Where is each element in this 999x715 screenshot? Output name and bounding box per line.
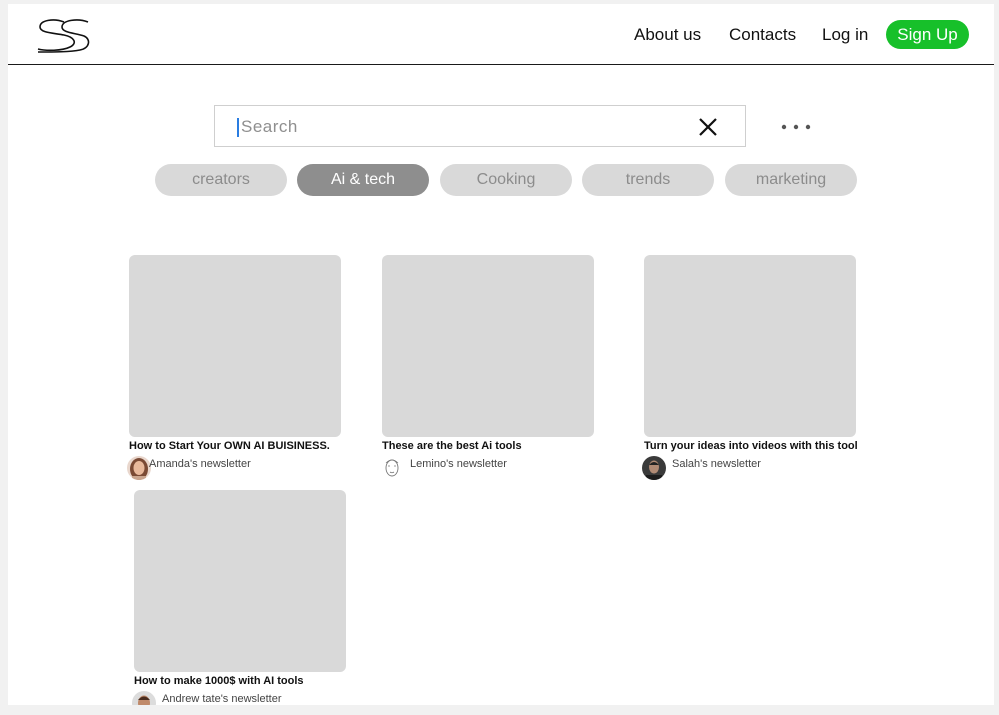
card-thumbnail[interactable] <box>382 255 594 437</box>
avatar <box>132 691 156 705</box>
card-author: Amanda's newsletter <box>127 453 341 480</box>
search-box[interactable] <box>214 105 746 147</box>
newsletter-card[interactable]: Turn your ideas into videos with this to… <box>642 255 858 480</box>
card-title[interactable]: Turn your ideas into videos with this to… <box>644 440 858 453</box>
author-name[interactable]: Amanda's newsletter <box>149 458 251 471</box>
newsletter-card[interactable]: How to Start Your OWN AI BUISINESS. Aman… <box>127 255 341 480</box>
card-author: Andrew tate's newsletter <box>132 688 346 705</box>
author-name[interactable]: Andrew tate's newsletter <box>162 693 282 705</box>
more-icon[interactable] <box>780 122 812 132</box>
avatar <box>642 456 666 480</box>
page: About us Contacts Log in Sign Up creator… <box>8 4 994 705</box>
sign-up-button[interactable]: Sign Up <box>886 20 969 49</box>
search-input[interactable] <box>241 115 661 139</box>
card-thumbnail[interactable] <box>644 255 856 437</box>
chip-ai-tech[interactable]: Ai & tech <box>297 164 429 196</box>
chip-marketing[interactable]: marketing <box>725 164 857 196</box>
text-caret <box>237 118 239 137</box>
author-name[interactable]: Lemino's newsletter <box>410 458 507 471</box>
nav-log-in[interactable]: Log in <box>822 25 868 45</box>
card-thumbnail[interactable] <box>134 490 346 672</box>
nav-contacts[interactable]: Contacts <box>729 25 796 45</box>
card-title[interactable]: How to Start Your OWN AI BUISINESS. <box>129 440 341 453</box>
header: About us Contacts Log in Sign Up <box>8 4 994 65</box>
avatar <box>127 456 151 480</box>
nav-about-us[interactable]: About us <box>634 25 701 45</box>
avatar <box>380 456 404 480</box>
card-thumbnail[interactable] <box>129 255 341 437</box>
author-name[interactable]: Salah's newsletter <box>672 458 761 471</box>
chip-cooking[interactable]: Cooking <box>440 164 572 196</box>
logo[interactable] <box>36 19 90 55</box>
chip-creators[interactable]: creators <box>155 164 287 196</box>
card-author: Salah's newsletter <box>642 453 856 480</box>
close-icon[interactable] <box>698 117 718 137</box>
chip-trends[interactable]: trends <box>582 164 714 196</box>
card-title[interactable]: How to make 1000$ with AI tools <box>134 675 346 688</box>
card-author: Lemino's newsletter <box>380 453 594 480</box>
card-title[interactable]: These are the best Ai tools <box>382 440 594 453</box>
newsletter-card[interactable]: These are the best Ai tools Lemino's new… <box>380 255 594 480</box>
newsletter-card[interactable]: How to make 1000$ with AI tools Andrew t… <box>132 490 346 705</box>
